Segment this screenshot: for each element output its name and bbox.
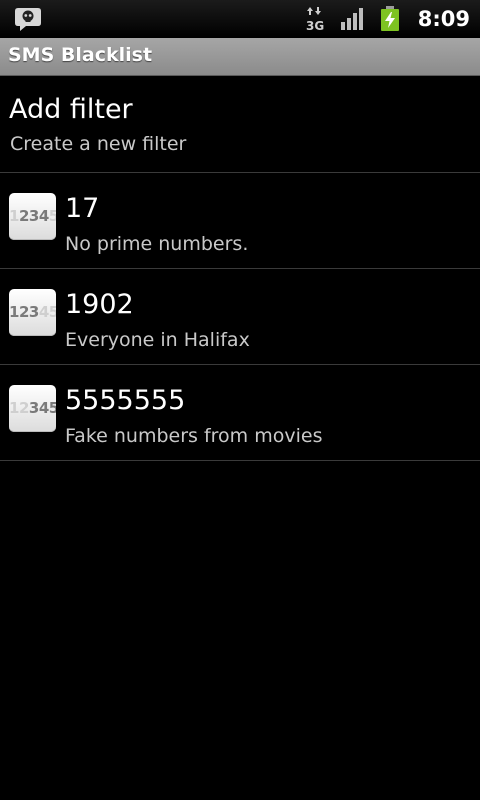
filter-description: Fake numbers from movies bbox=[65, 425, 323, 447]
app-title-bar: SMS Blacklist bbox=[0, 38, 480, 76]
filter-number: 1902 bbox=[65, 289, 134, 320]
network-3g-icon: 3G bbox=[306, 7, 324, 32]
filter-row[interactable]: 12345 5555555 Fake numbers from movies bbox=[0, 365, 480, 461]
filter-list: Add filter Create a new filter 12345 17 … bbox=[0, 76, 480, 461]
number-filter-icon: 12345 bbox=[9, 289, 56, 336]
filter-row[interactable]: 12345 1902 Everyone in Halifax bbox=[0, 269, 480, 365]
filter-number: 5555555 bbox=[65, 385, 186, 416]
number-filter-icon: 12345 bbox=[9, 193, 56, 240]
status-bar: 3G 8:09 bbox=[0, 0, 480, 38]
add-filter-title: Add filter bbox=[9, 94, 133, 125]
status-time: 8:09 bbox=[417, 7, 470, 31]
battery-charging-icon bbox=[380, 6, 399, 31]
add-filter-item[interactable]: Add filter Create a new filter bbox=[0, 76, 480, 173]
add-filter-subtitle: Create a new filter bbox=[10, 133, 187, 155]
filter-row[interactable]: 12345 17 No prime numbers. bbox=[0, 173, 480, 269]
filter-description: Everyone in Halifax bbox=[65, 329, 250, 351]
signal-icon bbox=[340, 8, 363, 30]
filter-description: No prime numbers. bbox=[65, 233, 249, 255]
app-title: SMS Blacklist bbox=[8, 44, 153, 66]
filter-number: 17 bbox=[65, 193, 100, 224]
network-type-label: 3G bbox=[306, 19, 324, 32]
number-filter-icon: 12345 bbox=[9, 385, 56, 432]
blacklist-notification-icon[interactable] bbox=[14, 6, 42, 32]
